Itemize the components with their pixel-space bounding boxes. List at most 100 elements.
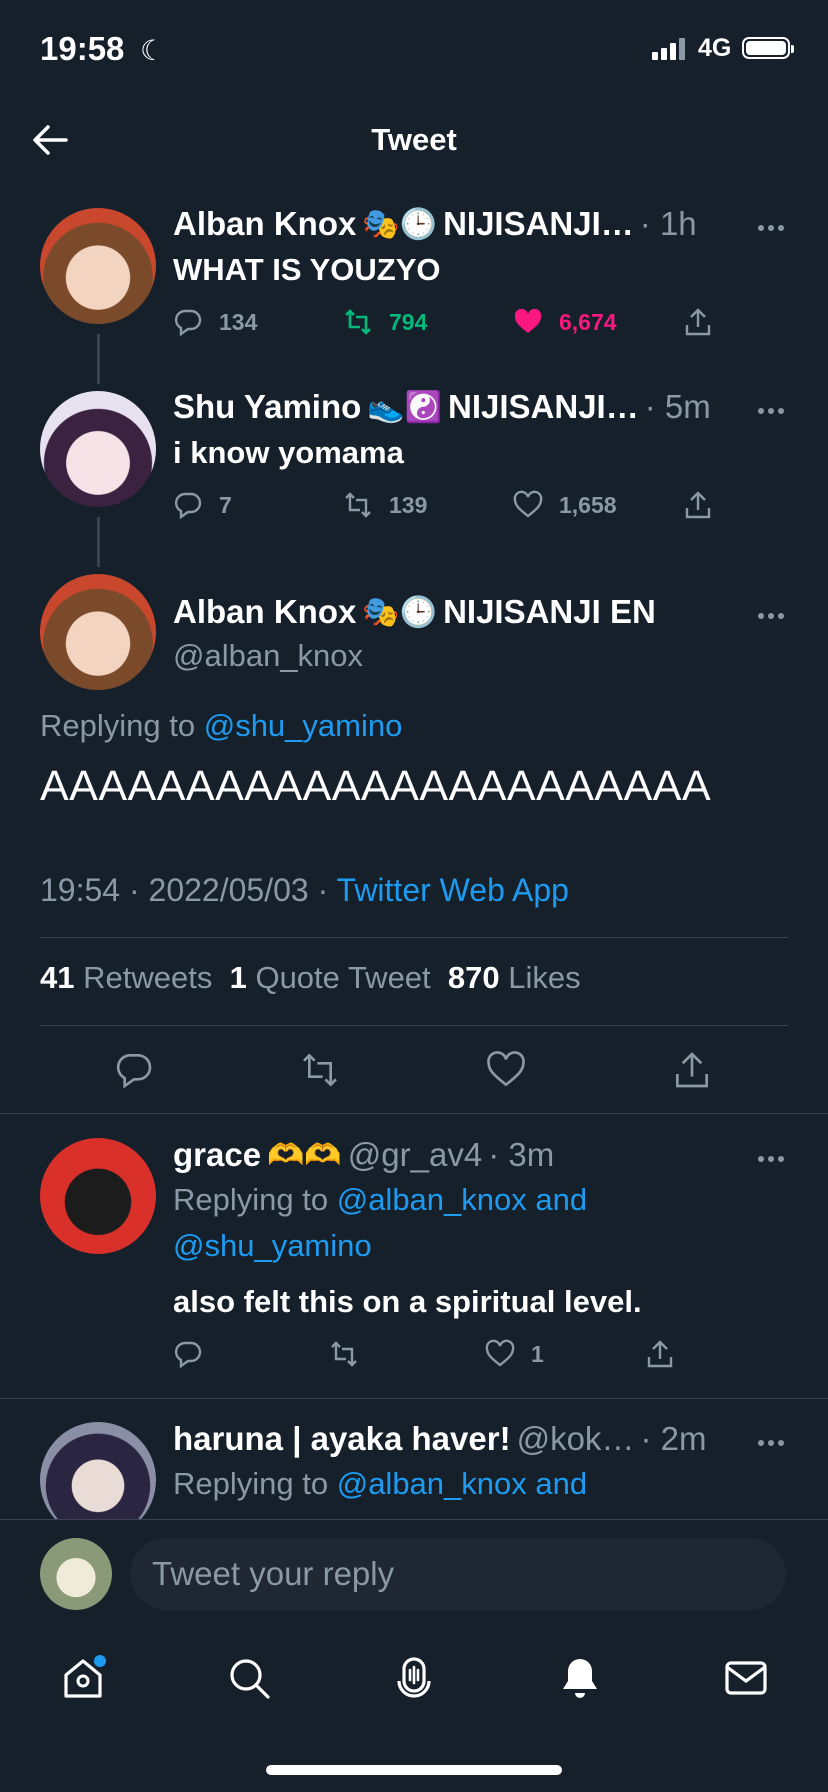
replying-to: Replying to @alban_knox and <box>173 1466 588 1501</box>
top-bar: Tweet <box>0 100 828 180</box>
reply-icon <box>174 1341 202 1369</box>
share-button[interactable] <box>683 307 743 337</box>
like-button[interactable]: 6,674 <box>513 307 683 337</box>
network-label: 4G <box>698 34 732 62</box>
main-tweet-author[interactable]: Alban Knox 🎭🕒 NIJISANJI EN <box>173 593 656 631</box>
replying-to-link[interactable]: @shu_yamino <box>173 1228 372 1264</box>
reply-button[interactable]: 7 <box>173 490 343 520</box>
heart-icon <box>485 1339 515 1367</box>
divider <box>0 1113 828 1114</box>
like-count: 1 <box>531 1340 544 1367</box>
reply-button[interactable] <box>173 1339 329 1369</box>
author-group: NIJISANJI… <box>443 205 634 242</box>
tweet-actions: 7 139 1,658 <box>173 490 743 520</box>
reply-input[interactable]: Tweet your reply <box>130 1538 786 1610</box>
home-icon[interactable] <box>58 1653 108 1703</box>
like-count: 1,658 <box>559 491 617 518</box>
reply-icon <box>174 492 202 520</box>
tweet-stats: 41 Retweets 1 Quote Tweet 870 Likes <box>40 960 581 996</box>
replying-to-link[interactable]: @alban_knox and <box>337 1466 587 1501</box>
avatar-alban-main[interactable] <box>40 574 156 690</box>
replying-to-link[interactable]: @alban_knox and <box>337 1182 587 1217</box>
avatar-shu[interactable] <box>40 391 156 507</box>
author-handle: @kok… <box>516 1420 635 1457</box>
main-tweet-actions <box>0 1050 828 1094</box>
retweet-button[interactable]: 794 <box>343 307 513 337</box>
avatar-alban[interactable] <box>40 208 156 324</box>
retweet-icon <box>345 492 371 518</box>
bottom-nav <box>0 1629 828 1739</box>
author-emojis: 🫶🫶 <box>267 1138 342 1172</box>
reply-author[interactable]: grace 🫶🫶 @gr_av4 · 3m <box>173 1136 554 1174</box>
share-button[interactable] <box>683 490 743 520</box>
heart-icon[interactable] <box>486 1050 526 1090</box>
tweet-author[interactable]: Shu Yamino 👟☯️ NIJISANJI… · 5m <box>173 388 711 426</box>
author-name: Alban Knox <box>173 593 357 630</box>
messages-mail-icon[interactable] <box>721 1653 771 1703</box>
author-emojis: 🎭🕒 <box>362 207 438 241</box>
like-button[interactable]: 1 <box>485 1339 645 1369</box>
my-avatar[interactable] <box>40 1538 112 1610</box>
more-options-icon[interactable] <box>758 1433 798 1453</box>
retweet-button[interactable]: 139 <box>343 490 513 520</box>
author-handle: @gr_av4 <box>347 1136 483 1173</box>
author-name: haruna | ayaka haver! <box>173 1420 511 1457</box>
tweet-author[interactable]: Alban Knox 🎭🕒 NIJISANJI… · 1h <box>173 205 697 243</box>
like-button[interactable]: 1,658 <box>513 490 683 520</box>
tweet-text: also felt this on a spiritual level. <box>173 1284 642 1319</box>
notifications-bell-icon[interactable] <box>555 1653 605 1703</box>
author-name: Shu Yamino <box>173 388 362 425</box>
author-emojis: 🎭🕒 <box>362 595 438 629</box>
author-group: NIJISANJI… <box>448 388 639 425</box>
retweet-icon <box>345 309 371 335</box>
divider <box>40 937 788 938</box>
status-bar: 19:58 ☾ 4G <box>0 0 828 100</box>
more-options-icon[interactable] <box>758 401 798 421</box>
more-options-icon[interactable] <box>758 218 798 238</box>
main-tweet-text: AAAAAAAAAAAAAAAAAAAAAAA <box>40 762 712 810</box>
avatar-grace[interactable] <box>40 1138 156 1254</box>
more-options-icon[interactable] <box>758 606 798 626</box>
signal-icon <box>652 38 685 60</box>
replying-to: Replying to @alban_knox and <box>173 1182 588 1217</box>
retweet-count: 794 <box>389 308 428 335</box>
likes-stat[interactable]: 870 Likes <box>448 960 581 995</box>
reply-button[interactable]: 134 <box>173 307 343 337</box>
thread-connector <box>97 334 100 384</box>
tweet-time: · 5m <box>644 388 711 425</box>
divider <box>0 1398 828 1399</box>
author-handle[interactable]: @alban_knox <box>173 638 363 674</box>
retweets-stat[interactable]: 41 Retweets <box>40 960 212 995</box>
tweet-date: 2022/05/03 <box>148 872 309 908</box>
reply-icon[interactable] <box>114 1050 154 1090</box>
tweet-text: WHAT IS YOUZYO <box>173 252 441 287</box>
tweet-actions: 134 794 6,674 <box>173 307 743 337</box>
replying-to-link[interactable]: @shu_yamino <box>204 708 403 743</box>
reply-count: 134 <box>219 308 258 335</box>
more-options-icon[interactable] <box>758 1149 798 1169</box>
share-icon[interactable] <box>672 1050 712 1090</box>
tweet-time: · 2m <box>640 1420 707 1457</box>
status-time: 19:58 <box>40 30 125 67</box>
spaces-icon[interactable] <box>389 1653 439 1703</box>
tweet-time: 19:54 <box>40 872 121 908</box>
author-group: NIJISANJI EN <box>443 593 656 630</box>
home-indicator <box>266 1765 562 1775</box>
retweet-icon <box>331 1341 357 1367</box>
share-icon <box>685 491 711 519</box>
moon-icon: ☾ <box>140 35 166 66</box>
retweet-icon[interactable] <box>300 1050 340 1090</box>
battery-icon <box>742 37 794 59</box>
retweet-button[interactable] <box>329 1339 485 1369</box>
heart-filled-icon <box>514 308 542 333</box>
reply-icon <box>174 309 202 337</box>
search-icon[interactable] <box>224 1653 274 1703</box>
author-name: Alban Knox <box>173 205 357 242</box>
share-button[interactable] <box>645 1339 705 1369</box>
quotes-stat[interactable]: 1 Quote Tweet <box>230 960 431 995</box>
tweet-text: i know yomama <box>173 435 404 470</box>
reply-bar: Tweet your reply <box>0 1519 828 1630</box>
tweet-source[interactable]: Twitter Web App <box>337 872 569 908</box>
reply-author[interactable]: haruna | ayaka haver! @kok… · 2m <box>173 1420 706 1458</box>
tweet-time: · 3m <box>488 1136 555 1173</box>
